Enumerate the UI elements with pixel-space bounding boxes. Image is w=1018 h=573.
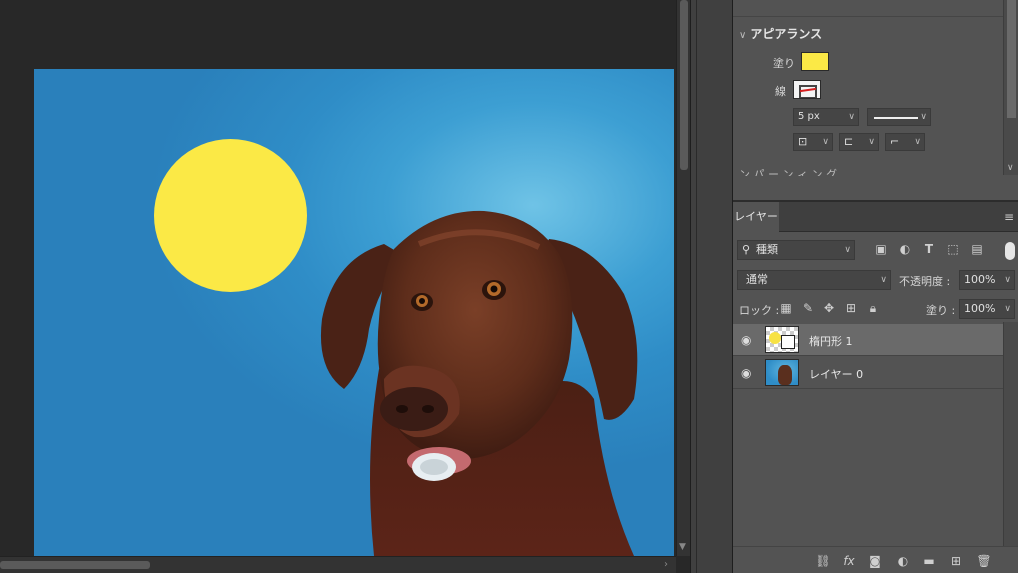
- layer-row-ellipse[interactable]: ◉ 楕円形 1: [733, 324, 1003, 356]
- vertical-scroll-thumb[interactable]: [680, 0, 688, 170]
- canvas-vertical-scrollbar[interactable]: ▼: [676, 0, 690, 556]
- line-cap-icon: ⊏: [844, 135, 854, 148]
- solid-line-icon: [874, 117, 918, 119]
- stroke-width-field[interactable]: 5 px ∨: [793, 108, 859, 126]
- fill-value: 100%: [964, 302, 996, 315]
- scroll-down-icon[interactable]: ▼: [679, 542, 686, 552]
- chevron-down-icon[interactable]: ∨: [868, 134, 875, 150]
- blend-mode-select[interactable]: 通常 ∨: [737, 270, 891, 290]
- opacity-value: 100%: [964, 273, 996, 286]
- document-canvas[interactable]: [34, 69, 674, 556]
- chevron-down-icon[interactable]: ∨: [1004, 300, 1011, 318]
- layer-name[interactable]: 楕円形 1: [809, 333, 853, 349]
- lock-label: ロック :: [739, 304, 780, 317]
- scroll-down-icon[interactable]: ∨: [1007, 163, 1014, 173]
- align-stroke-icon: ⊡: [798, 135, 808, 148]
- fill-color-swatch[interactable]: [801, 52, 829, 71]
- adjustment-icon[interactable]: ◐: [895, 554, 911, 568]
- appearance-section-header[interactable]: ∨ アピアランス: [739, 25, 822, 42]
- line-join-icon: ⌐: [890, 135, 900, 148]
- align-stroke-select[interactable]: ⊡ ∨: [793, 133, 833, 151]
- chevron-down-icon[interactable]: ∨: [822, 134, 829, 150]
- properties-panel: ∨ アピアランス 塗り 線 5 px ∨ ∨ ⊡ ∨ ⊏ ∨ ⌐ ∨ ン パ ー …: [733, 0, 1018, 200]
- chevron-down-icon[interactable]: ∨: [848, 109, 855, 125]
- properties-scroll-thumb[interactable]: [1007, 0, 1016, 118]
- layers-footer: ⛓ fx ◙ ◐ ▬ ⊞ 🗑︎: [733, 546, 1018, 573]
- chevron-down-icon[interactable]: ∨: [880, 271, 887, 289]
- next-section-header-partial: ン パ ー ン ィ ン グ: [739, 166, 999, 176]
- lock-transparency-icon[interactable]: ▦: [778, 301, 794, 315]
- stroke-width-value: 5 px: [798, 111, 820, 122]
- next-section-partial-text: ン パ ー ン ィ ン グ: [739, 168, 837, 176]
- adjustment-filter-icon[interactable]: ◐: [897, 242, 913, 256]
- fill-label: 塗り: [773, 57, 795, 70]
- chevron-down-icon[interactable]: ∨: [844, 241, 851, 259]
- chevron-down-icon[interactable]: ∨: [1004, 271, 1011, 289]
- chevron-down-icon[interactable]: ∨: [914, 134, 921, 150]
- line-join-select[interactable]: ⌐ ∨: [885, 133, 925, 151]
- horizontal-scroll-thumb[interactable]: [0, 561, 150, 569]
- stroke-type-select[interactable]: ∨: [867, 108, 931, 126]
- tab-layers[interactable]: レイヤー: [733, 202, 779, 232]
- fill-label: 塗り :: [926, 304, 956, 317]
- scroll-right-icon[interactable]: ›: [664, 559, 668, 570]
- lock-artboard-icon[interactable]: ⊞: [843, 301, 859, 315]
- shape-filter-icon[interactable]: ⬚: [945, 242, 961, 256]
- mask-icon[interactable]: ◙: [867, 554, 883, 568]
- new-layer-icon[interactable]: ⊞: [948, 554, 964, 568]
- stroke-color-swatch[interactable]: [793, 80, 821, 99]
- properties-scrollbar[interactable]: ∨: [1003, 0, 1018, 175]
- blend-mode-value: 通常: [746, 273, 768, 286]
- trash-icon[interactable]: 🗑︎: [976, 554, 992, 568]
- opacity-field[interactable]: 100% ∨: [959, 270, 1015, 290]
- smart-object-filter-icon[interactable]: ▤: [969, 242, 985, 256]
- lock-pixels-icon[interactable]: ✎: [800, 301, 816, 315]
- panel-menu-icon[interactable]: ≡: [1004, 210, 1014, 224]
- panel-gutter: [690, 0, 733, 573]
- layers-tab-bar: レイヤー ≡: [733, 202, 1018, 232]
- canvas-horizontal-scrollbar[interactable]: ›: [0, 556, 676, 573]
- filter-kind-label: 種類: [756, 243, 778, 256]
- image-filter-icon[interactable]: ▣: [873, 242, 889, 256]
- opacity-label: 不透明度 :: [899, 275, 951, 288]
- filter-toggle[interactable]: [1005, 242, 1015, 260]
- eye-icon[interactable]: ◉: [741, 333, 755, 347]
- line-cap-select[interactable]: ⊏ ∨: [839, 133, 879, 151]
- eye-icon[interactable]: ◉: [741, 366, 755, 380]
- canvas-area[interactable]: [0, 0, 676, 556]
- appearance-title: アピアランス: [750, 27, 823, 41]
- folder-icon[interactable]: ▬: [921, 554, 937, 568]
- lock-position-icon[interactable]: ✥: [821, 301, 837, 315]
- properties-top-controls: [733, 0, 1003, 17]
- chevron-down-icon[interactable]: ∨: [739, 30, 746, 41]
- chevron-down-icon[interactable]: ∨: [920, 109, 927, 125]
- layer-thumbnail-shape: [765, 326, 799, 353]
- stroke-label: 線: [775, 85, 786, 98]
- fill-field[interactable]: 100% ∨: [959, 299, 1015, 319]
- layers-panel: レイヤー ≡ ⚲ 種類 ∨ ▣ ◐ T ⬚ ▤ 通常 ∨ 不透明度 : 100%…: [733, 200, 1018, 573]
- layers-scrollbar[interactable]: [1003, 322, 1018, 548]
- dog-photo: [320, 210, 638, 556]
- layer-thumbnail-photo: [765, 359, 799, 386]
- gutter-divider: [696, 0, 697, 573]
- layer-filter-select[interactable]: ⚲ 種類 ∨: [737, 240, 855, 260]
- layer-name[interactable]: レイヤー 0: [809, 366, 863, 382]
- fx-icon[interactable]: fx: [841, 554, 857, 568]
- link-icon[interactable]: ⛓: [815, 554, 831, 568]
- lock-all-icon[interactable]: 🔒︎: [865, 301, 881, 316]
- layer-row-photo[interactable]: ◉ レイヤー 0: [733, 357, 1003, 389]
- search-icon: ⚲: [742, 243, 751, 256]
- type-filter-icon[interactable]: T: [921, 242, 937, 256]
